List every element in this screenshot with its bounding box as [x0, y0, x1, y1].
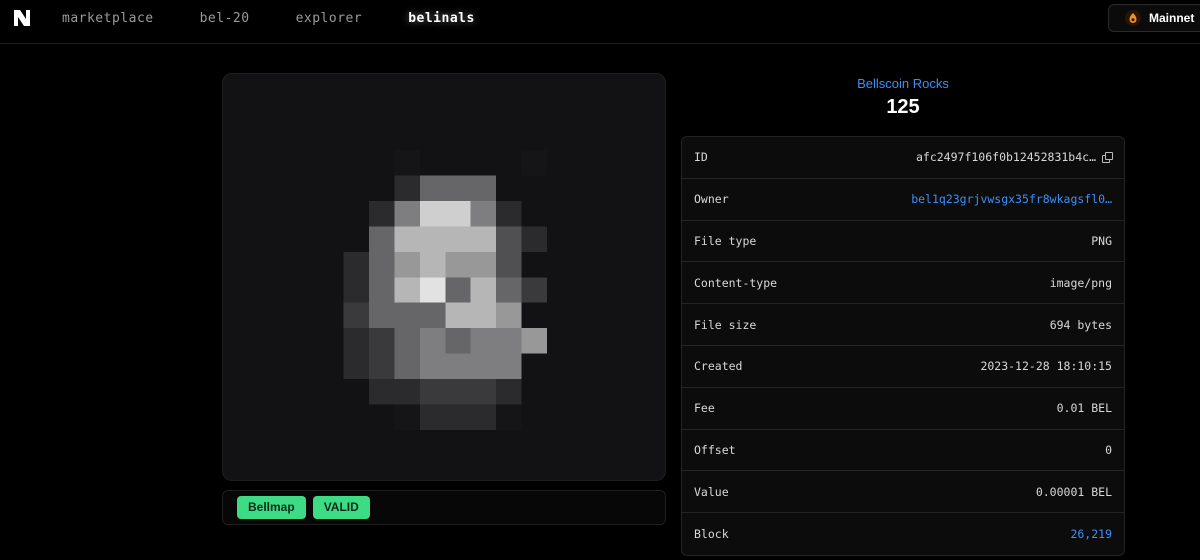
collection-link[interactable]: Bellscoin Rocks: [681, 76, 1125, 91]
network-label: Mainnet: [1149, 11, 1195, 25]
detail-key: ID: [694, 150, 708, 165]
inscription-id-value: afc2497f106f0b12452831b4c…: [915, 150, 1096, 165]
nav-bel-20[interactable]: bel-20: [200, 11, 250, 26]
nav-belinals[interactable]: belinals: [408, 11, 475, 26]
main-nav: marketplace bel-20 explorer belinals: [62, 0, 521, 36]
copy-icon[interactable]: [1102, 152, 1113, 164]
detail-row-offset: Offset 0: [682, 430, 1124, 472]
inscription-preview: [222, 73, 666, 481]
detail-key: Block: [694, 527, 729, 542]
detail-key: File size: [694, 317, 757, 332]
network-selector-button[interactable]: Mainnet: [1108, 4, 1200, 32]
inscription-details-table: ID afc2497f106f0b12452831b4c… Owner bel1…: [681, 136, 1125, 556]
id-value-wrap: afc2497f106f0b12452831b4c…: [915, 150, 1113, 165]
tag-bellmap[interactable]: Bellmap: [237, 496, 306, 519]
detail-row-file-type: File type PNG: [682, 221, 1124, 263]
detail-key: Offset: [694, 442, 736, 457]
detail-row-id: ID afc2497f106f0b12452831b4c…: [682, 137, 1124, 179]
detail-value: PNG: [1091, 233, 1112, 248]
bellscoin-icon: [1125, 10, 1141, 26]
detail-value: image/png: [1049, 275, 1112, 290]
inscription-number: 125: [886, 96, 920, 118]
detail-row-fee: Fee 0.01 BEL: [682, 388, 1124, 430]
detail-row-content-type: Content-type image/png: [682, 262, 1124, 305]
detail-key: Fee: [694, 401, 715, 416]
detail-row-value: Value 0.00001 BEL: [682, 471, 1124, 514]
detail-value: 0.00001 BEL: [1035, 484, 1112, 499]
detail-row-file-size: File size 694 bytes: [682, 304, 1124, 346]
detail-key: Created: [694, 359, 743, 374]
nav-explorer[interactable]: explorer: [296, 11, 363, 26]
owner-address-link[interactable]: bel1q23grjvwsgx35fr8wkagsfl0…: [911, 192, 1112, 206]
inscription-tags: Bellmap VALID: [222, 490, 666, 525]
tag-valid[interactable]: VALID: [312, 496, 370, 519]
detail-value: 2023-12-28 18:10:15: [980, 359, 1112, 374]
detail-value: 0: [1105, 442, 1112, 457]
detail-key: Content-type: [694, 275, 778, 290]
top-navigation-bar: marketplace bel-20 explorer belinals Mai…: [0, 0, 1200, 44]
nav-marketplace[interactable]: marketplace: [62, 11, 154, 26]
detail-row-owner: Owner bel1q23grjvwsgx35fr8wkagsfl0…: [682, 179, 1124, 221]
detail-key: File type: [694, 233, 757, 248]
detail-key: Owner: [694, 192, 729, 207]
detail-row-created: Created 2023-12-28 18:10:15: [682, 346, 1124, 388]
detail-value: 0.01 BEL: [1056, 401, 1112, 416]
pixel-rock-image: [343, 150, 548, 430]
block-link[interactable]: 26,219: [1070, 527, 1112, 541]
site-logo-icon[interactable]: [12, 8, 32, 28]
detail-value: 694 bytes: [1049, 317, 1112, 332]
detail-key: Value: [694, 484, 729, 499]
detail-row-block: Block 26,219: [682, 513, 1124, 555]
